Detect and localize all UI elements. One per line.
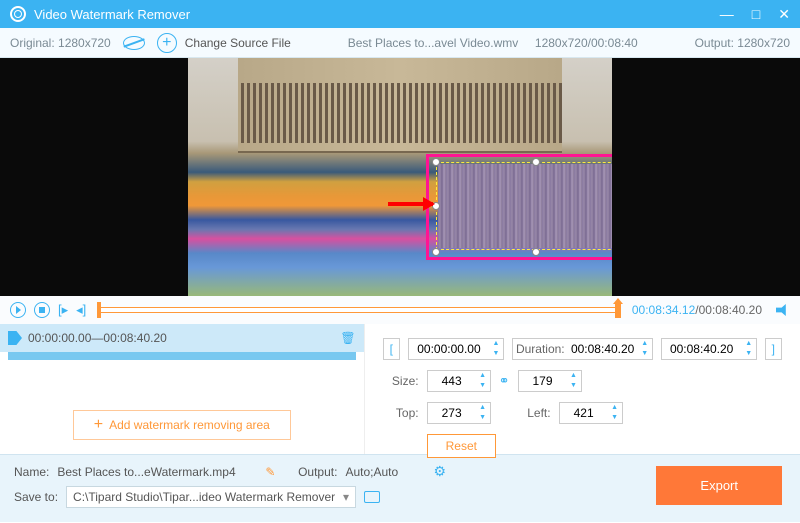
info-bar: Original: 1280x720 + Change Source File … xyxy=(0,28,800,58)
video-preview[interactable] xyxy=(0,58,800,296)
source-filename: Best Places to...avel Video.wmv xyxy=(348,36,519,50)
timeline-start-handle[interactable] xyxy=(97,302,101,318)
start-time-input[interactable]: ▲▼ xyxy=(408,338,504,360)
annotation-arrow xyxy=(388,202,433,206)
plus-icon: + xyxy=(94,416,103,434)
height-input[interactable]: ▲▼ xyxy=(518,370,582,392)
close-button[interactable]: ✕ xyxy=(778,6,790,23)
preview-toggle-icon[interactable] xyxy=(123,36,145,50)
add-watermark-area-button[interactable]: + Add watermark removing area xyxy=(73,410,291,440)
titlebar: Video Watermark Remover — □ ✕ xyxy=(0,0,800,28)
region-end: 00:08:40.20 xyxy=(103,331,166,345)
output-resolution: Output: 1280x720 xyxy=(695,36,790,50)
edit-name-icon[interactable]: ✎ xyxy=(265,465,275,479)
playback-time: 00:08:34.12/00:08:40.20 xyxy=(632,303,762,317)
mark-out-button[interactable]: ◂] xyxy=(76,302,86,318)
path-dropdown-icon[interactable]: ▾ xyxy=(343,490,349,504)
selection-inner[interactable] xyxy=(436,162,612,250)
timeline-track[interactable] xyxy=(98,307,620,313)
link-aspect-icon[interactable]: ⚭ xyxy=(499,373,510,389)
maximize-button[interactable]: □ xyxy=(752,6,760,23)
duration-input[interactable]: Duration:▲▼ xyxy=(512,338,653,360)
play-button[interactable] xyxy=(10,302,26,318)
output-format-label: Output: xyxy=(298,465,337,479)
delete-region-icon[interactable]: 🗑 xyxy=(340,331,355,345)
top-input[interactable]: ▲▼ xyxy=(427,402,491,424)
top-label: Top: xyxy=(383,406,419,420)
browse-folder-icon[interactable] xyxy=(364,491,380,503)
playback-bar: [▸ ◂] 00:08:34.12/00:08:40.20 xyxy=(0,296,800,324)
resize-handle[interactable] xyxy=(432,248,440,256)
volume-icon[interactable] xyxy=(776,304,790,316)
timeline-playhead[interactable] xyxy=(615,302,621,318)
export-button[interactable]: Export xyxy=(656,466,782,505)
region-start: 00:00:00.00 xyxy=(28,331,91,345)
app-title: Video Watermark Remover xyxy=(34,7,720,22)
bracket-end-icon[interactable]: ] xyxy=(765,338,782,360)
region-duration-bar[interactable] xyxy=(8,352,356,360)
output-format-field[interactable] xyxy=(345,465,425,479)
bracket-start-icon[interactable]: [ xyxy=(383,338,400,360)
save-path-field[interactable]: ▾ xyxy=(66,486,356,508)
left-input[interactable]: ▲▼ xyxy=(559,402,623,424)
width-input[interactable]: ▲▼ xyxy=(427,370,491,392)
resize-handle[interactable] xyxy=(532,248,540,256)
regions-panel: 00:00:00.00 — 00:08:40.20 🗑 + Add waterm… xyxy=(0,324,365,454)
original-resolution: Original: 1280x720 xyxy=(10,36,111,50)
output-name-field[interactable] xyxy=(57,465,257,479)
add-source-icon[interactable]: + xyxy=(157,33,177,53)
region-item[interactable]: 00:00:00.00 — 00:08:40.20 🗑 xyxy=(0,324,364,352)
app-icon xyxy=(10,6,26,22)
region-tag-icon xyxy=(8,331,22,345)
resize-handle[interactable] xyxy=(532,158,540,166)
name-label: Name: xyxy=(14,465,49,479)
resize-handle[interactable] xyxy=(432,158,440,166)
properties-panel: [ ▲▼ Duration:▲▼ ▲▼ ] Size: ▲▼ ⚭ ▲▼ Top:… xyxy=(365,324,800,454)
mark-in-button[interactable]: [▸ xyxy=(58,302,68,318)
change-source-button[interactable]: Change Source File xyxy=(185,36,291,50)
minimize-button[interactable]: — xyxy=(720,6,734,23)
end-time-input[interactable]: ▲▼ xyxy=(661,338,757,360)
stop-button[interactable] xyxy=(34,302,50,318)
size-label: Size: xyxy=(383,374,419,388)
output-settings-icon[interactable]: ⚙ xyxy=(433,463,446,480)
reset-button[interactable]: Reset xyxy=(427,434,496,458)
left-label: Left: xyxy=(521,406,551,420)
save-to-label: Save to: xyxy=(14,490,58,504)
source-fileinfo: 1280x720/00:08:40 xyxy=(535,36,638,50)
